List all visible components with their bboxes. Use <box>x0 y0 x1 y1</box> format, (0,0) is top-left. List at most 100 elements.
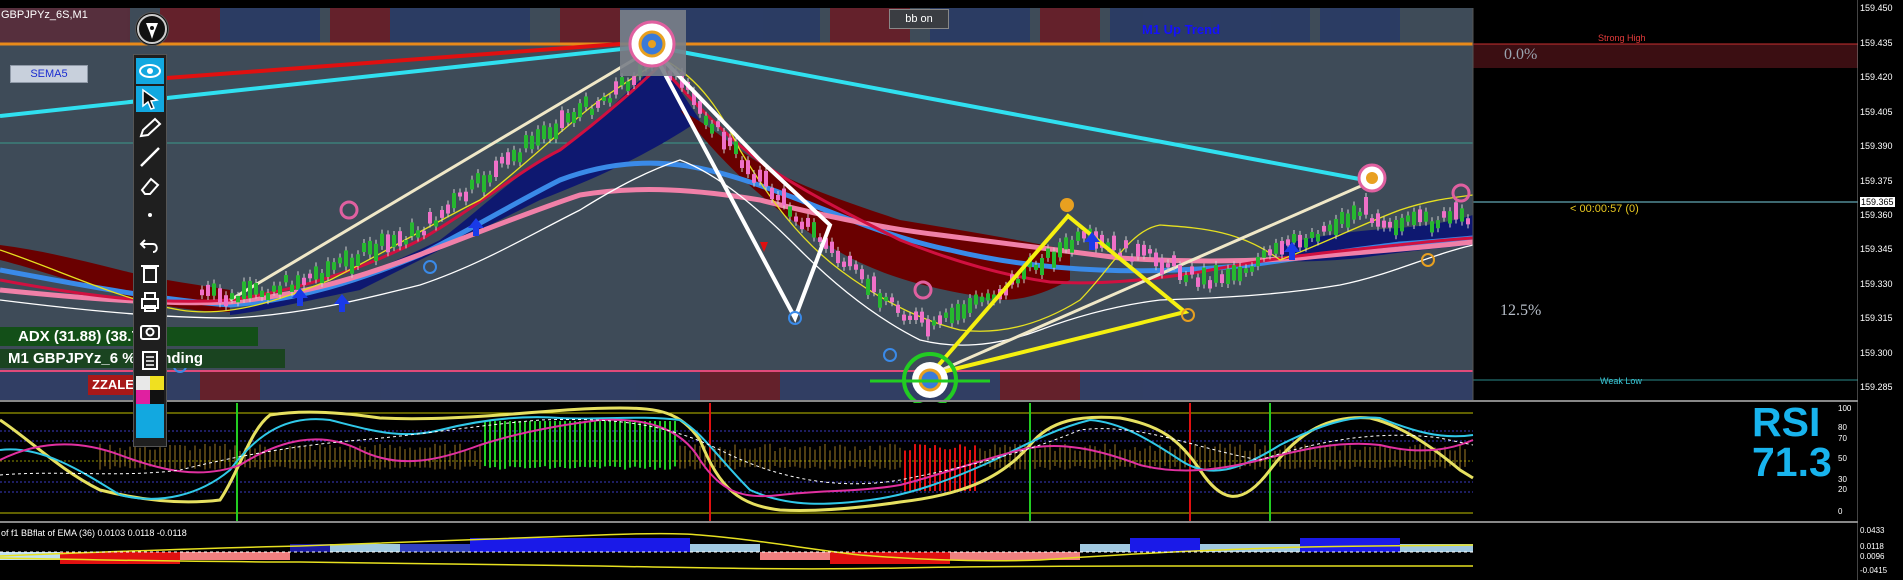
color-palette-icon[interactable] <box>136 376 164 440</box>
candle <box>1448 211 1452 224</box>
ema-hist-bar <box>760 552 830 560</box>
candle <box>488 174 492 183</box>
candle <box>350 257 354 274</box>
candle <box>1268 249 1272 256</box>
candle <box>1436 220 1440 229</box>
ema-hist-bar <box>1130 538 1200 552</box>
candle <box>740 160 744 168</box>
sema5-button[interactable]: SEMA5 <box>10 65 88 83</box>
candle <box>548 127 552 139</box>
trading-chart[interactable] <box>0 0 1903 580</box>
price-label: 159.330 <box>1860 279 1893 289</box>
candle <box>1358 211 1362 216</box>
candle <box>806 217 810 227</box>
candle <box>524 135 528 149</box>
candle <box>752 174 756 183</box>
candle <box>1250 266 1254 272</box>
candle <box>386 234 390 253</box>
candle <box>602 96 606 102</box>
candle <box>542 125 546 140</box>
rsi-level-label: 80 <box>1838 423 1847 432</box>
candle <box>722 131 726 150</box>
candle <box>968 298 972 313</box>
candle <box>944 312 948 318</box>
candle <box>560 110 564 128</box>
pencil-icon[interactable] <box>136 115 164 141</box>
candle <box>764 170 768 187</box>
candle <box>734 141 738 155</box>
candle <box>1460 208 1464 222</box>
candle <box>272 285 276 292</box>
candle <box>1328 224 1332 232</box>
candle <box>1316 234 1320 242</box>
candle <box>482 175 486 193</box>
undo-icon[interactable] <box>136 231 164 257</box>
ema-hist-bar <box>60 552 180 564</box>
eraser-icon[interactable] <box>136 173 164 199</box>
pen-logo-icon[interactable] <box>135 12 169 46</box>
bb-on-button[interactable]: bb on <box>889 9 949 29</box>
candle <box>554 123 558 140</box>
candle <box>206 284 210 296</box>
ema-hist-bar <box>470 538 690 552</box>
line-icon[interactable] <box>136 144 164 170</box>
candle <box>404 240 408 245</box>
price-label: 159.375 <box>1860 176 1893 186</box>
candle <box>284 275 288 283</box>
price-label: 159.360 <box>1860 210 1893 220</box>
candle <box>218 288 222 304</box>
candle <box>932 320 936 326</box>
candle <box>1196 277 1200 287</box>
eye-icon[interactable] <box>136 58 164 84</box>
candle <box>356 254 360 267</box>
clipboard-icon[interactable] <box>136 347 164 373</box>
candle <box>986 293 990 301</box>
candle <box>1280 240 1284 255</box>
candle <box>980 296 984 303</box>
candle <box>776 194 780 201</box>
candle <box>860 269 864 280</box>
candle <box>1142 244 1146 256</box>
candle <box>596 101 600 108</box>
candle <box>1052 251 1056 268</box>
candle <box>1292 234 1296 243</box>
ema-hist-bar <box>1080 544 1130 552</box>
candle <box>380 233 384 246</box>
candle <box>1334 218 1338 236</box>
trend-label: M1 Up Trend <box>1142 22 1221 37</box>
dot-icon[interactable] <box>136 202 164 228</box>
candle <box>1016 278 1020 284</box>
candle <box>1148 249 1152 254</box>
candle <box>1208 280 1212 289</box>
candle <box>1466 218 1470 225</box>
candle <box>314 266 318 280</box>
candle <box>308 273 312 279</box>
candle <box>572 111 576 124</box>
candle <box>368 240 372 255</box>
trash-icon[interactable] <box>136 260 164 286</box>
candle <box>1232 265 1236 281</box>
price-label: 159.345 <box>1860 244 1893 254</box>
candle <box>896 304 900 313</box>
candle <box>1184 274 1188 283</box>
candle <box>1160 258 1164 275</box>
candle <box>1226 268 1230 285</box>
candle <box>1400 217 1404 232</box>
candle <box>1394 219 1398 236</box>
candle <box>1256 256 1260 267</box>
current-price-label: 159.365 <box>1860 197 1895 207</box>
weak-low-label: Weak Low <box>1600 376 1642 386</box>
candle <box>458 192 462 197</box>
printer-icon[interactable] <box>136 289 164 315</box>
camera-icon[interactable] <box>136 318 164 344</box>
candle <box>1178 265 1182 281</box>
candle <box>578 103 582 118</box>
rsi-name: RSI <box>1752 399 1821 445</box>
candle <box>1124 240 1128 249</box>
cursor-icon[interactable] <box>136 86 164 112</box>
candle <box>938 315 942 324</box>
candle <box>626 81 630 91</box>
candle <box>716 121 720 128</box>
candle <box>884 296 888 302</box>
candle <box>1442 211 1446 218</box>
